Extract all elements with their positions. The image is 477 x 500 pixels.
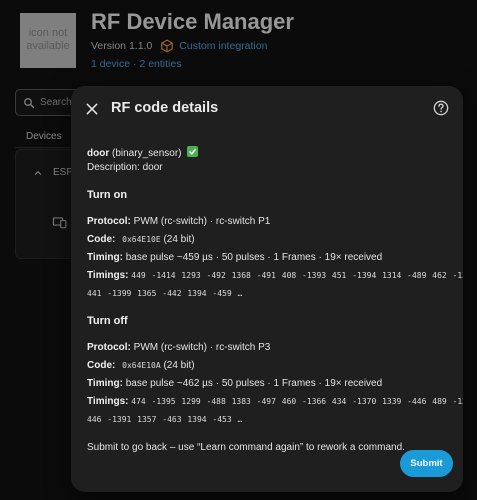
- close-icon[interactable]: [85, 102, 99, 116]
- timings-line-2: 441 -1399 1365 -442 1394 -459 …: [87, 289, 243, 298]
- timing-value: base pulse ~459 µs · 50 pulses · 1 Frame…: [125, 252, 383, 263]
- code-bits: (24 bit): [163, 360, 195, 371]
- dialog-title: RF code details: [111, 100, 219, 116]
- entity-id: door: [87, 148, 110, 159]
- code-value: 0x64E10E: [122, 235, 161, 244]
- section-heading-turn-off: Turn off: [87, 315, 128, 327]
- protocol-value: PWM (rc-switch) · rc-switch P1: [133, 216, 271, 227]
- timings-label: Timings:: [87, 396, 129, 407]
- entity-type: (binary_sensor): [112, 148, 182, 159]
- footnote: Submit to go back – use “Learn command a…: [87, 442, 405, 453]
- timings-line-1: 449 -1414 1293 -492 1368 -491 408 -1393 …: [131, 271, 463, 280]
- code-row: Code: 0x64E10E (24 bit): [87, 233, 451, 247]
- section-heading-turn-on: Turn on: [87, 189, 128, 201]
- dialog-header: RF code details: [71, 86, 463, 132]
- timings-label: Timings:: [87, 270, 129, 281]
- protocol-value: PWM (rc-switch) · rc-switch P3: [133, 342, 271, 353]
- help-icon[interactable]: [433, 100, 449, 116]
- code-label: Code:: [87, 234, 116, 245]
- entity-row: door (binary_sensor): [87, 146, 451, 161]
- protocol-label: Protocol:: [87, 342, 131, 353]
- code-value: 0x64E10A: [122, 361, 161, 370]
- timing-value: base pulse ~462 µs · 50 pulses · 1 Frame…: [125, 378, 383, 389]
- timings-block: Timings: 449 -1414 1293 -492 1368 -491 4…: [87, 269, 463, 301]
- timing-label: Timing:: [87, 378, 123, 389]
- timings-block: Timings: 474 -1395 1299 -488 1383 -497 4…: [87, 395, 463, 427]
- timing-row: Timing: base pulse ~462 µs · 50 pulses ·…: [87, 377, 451, 391]
- submit-button[interactable]: Submit: [400, 450, 453, 477]
- timing-row: Timing: base pulse ~459 µs · 50 pulses ·…: [87, 251, 451, 265]
- protocol-row: Protocol: PWM (rc-switch) · rc-switch P1: [87, 215, 451, 229]
- timing-label: Timing:: [87, 252, 123, 263]
- timings-line-1: 474 -1395 1299 -488 1383 -497 460 -1366 …: [131, 397, 463, 406]
- timings-line-2: 446 -1391 1357 -463 1394 -453 …: [87, 415, 243, 424]
- code-row: Code: 0x64E10A (24 bit): [87, 359, 451, 373]
- entity-description: Description: door: [87, 162, 163, 173]
- protocol-label: Protocol:: [87, 216, 131, 227]
- code-bits: (24 bit): [163, 234, 195, 245]
- code-label: Code:: [87, 360, 116, 371]
- dialog-body: door (binary_sensor) Description: door T…: [87, 146, 463, 455]
- rf-code-details-dialog: RF code details door (binary_sensor) Des…: [71, 86, 463, 492]
- check-icon: [187, 146, 199, 157]
- protocol-row: Protocol: PWM (rc-switch) · rc-switch P3: [87, 341, 451, 355]
